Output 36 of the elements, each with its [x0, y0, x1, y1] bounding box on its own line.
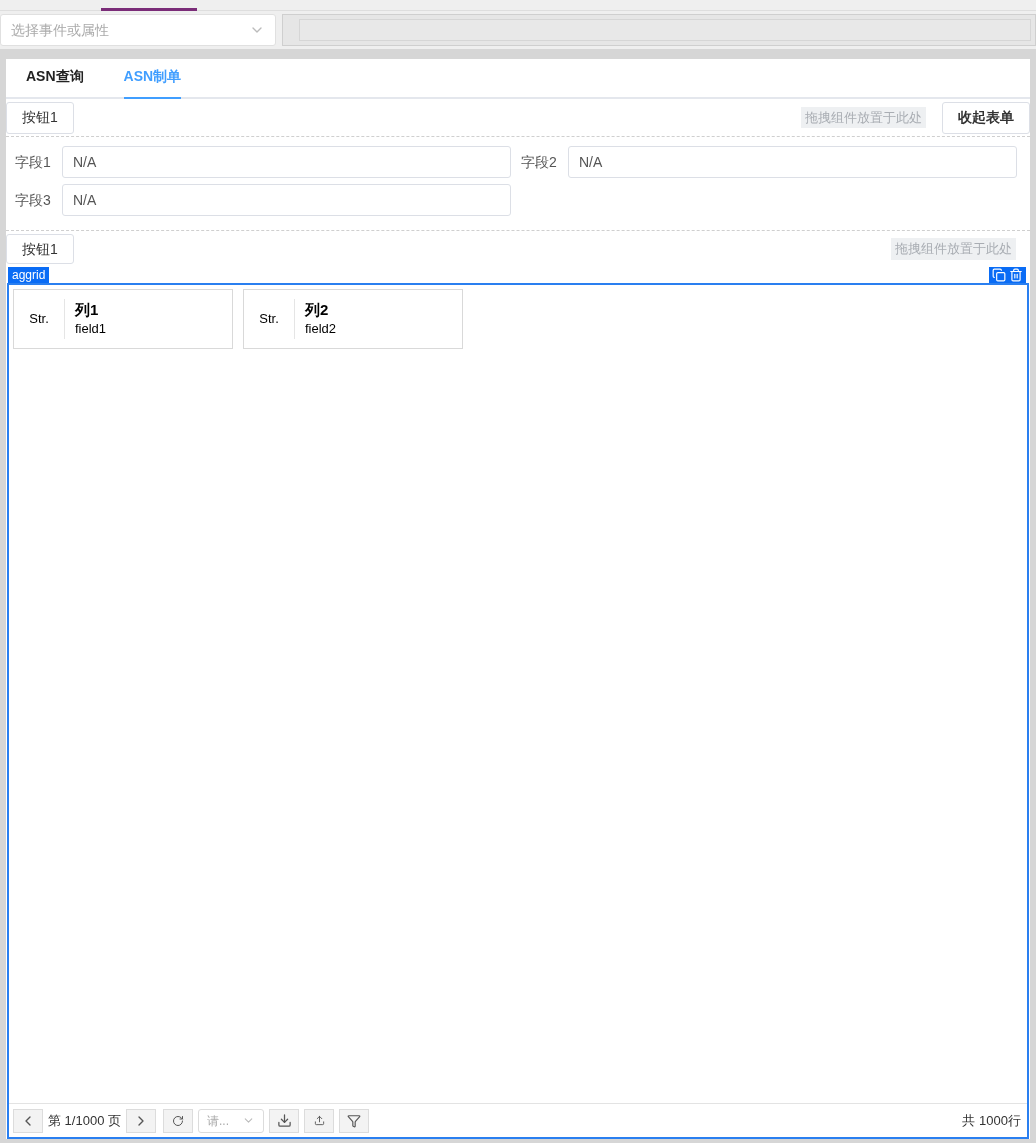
refresh-icon: [172, 1114, 184, 1127]
next-page-button[interactable]: [126, 1108, 156, 1133]
field-label: 字段2: [520, 152, 558, 172]
text-field[interactable]: N/A: [568, 146, 1017, 178]
copy-icon[interactable]: [992, 268, 1006, 282]
download-icon: [276, 1113, 292, 1128]
download-button[interactable]: [269, 1108, 299, 1133]
collapse-form-button[interactable]: 收起表单: [942, 101, 1030, 134]
upload-icon: [313, 1115, 325, 1126]
upload-button[interactable]: [304, 1108, 334, 1133]
previous-page-button[interactable]: [13, 1108, 43, 1133]
row-total: 共 1000行: [962, 1111, 1022, 1130]
tab[interactable]: ASN查询: [26, 66, 84, 99]
trash-icon[interactable]: [1009, 268, 1023, 282]
text-field[interactable]: N/A: [62, 146, 511, 178]
page-indicator: 第 1/1000 页: [48, 1111, 121, 1130]
text-field[interactable]: N/A: [62, 184, 511, 216]
type-label: Str.: [28, 310, 50, 329]
column-card[interactable]: Str. 列2 field2: [243, 289, 463, 349]
column-field: field2: [305, 320, 337, 338]
toolbar-button[interactable]: 按钮1: [6, 234, 74, 264]
toolbar-button[interactable]: 按钮1: [6, 101, 74, 134]
refresh-button[interactable]: [163, 1108, 193, 1133]
input-field[interactable]: [282, 14, 1036, 46]
drop-zone-hint: 拖拽组件放置于此处: [801, 106, 926, 129]
field-label: 字段1: [14, 152, 52, 172]
filter-button[interactable]: [339, 1108, 369, 1133]
field-label: 字段3: [14, 190, 52, 210]
drop-zone-hint: 拖拽组件放置于此处: [891, 238, 1016, 260]
column-title: 列1: [75, 300, 100, 320]
filter-icon: [347, 1113, 361, 1128]
column-card[interactable]: Str. 列1 field1: [13, 289, 233, 349]
component-tag: aggrid: [8, 267, 50, 283]
type-label: Str.: [258, 310, 280, 329]
column-title: 列2: [305, 300, 330, 320]
column-field: field1: [75, 320, 107, 338]
